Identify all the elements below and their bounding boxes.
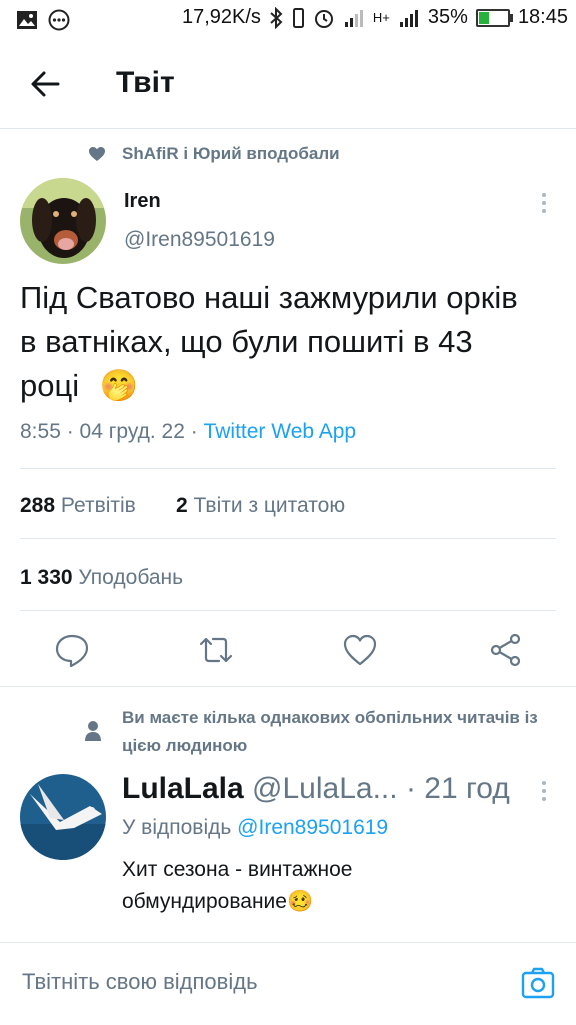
- like-icon[interactable]: [342, 632, 378, 668]
- reply-author-name: LulaLala: [122, 772, 244, 805]
- camera-icon[interactable]: [520, 965, 556, 1001]
- network-type: H+: [372, 10, 390, 25]
- alarm-icon: [314, 9, 333, 28]
- signal-icon: [344, 9, 363, 27]
- tweet-body: Під Сватово наші зажмурили орків в ватні…: [20, 280, 518, 403]
- divider: [0, 686, 576, 687]
- reply-author-handle: @LulaLa...: [252, 772, 398, 805]
- page-title: Твіт: [116, 66, 175, 99]
- tweet-source-link[interactable]: Twitter Web App: [204, 420, 357, 443]
- clock: 18:45: [517, 6, 568, 28]
- back-arrow-icon[interactable]: [26, 64, 66, 104]
- kebab-icon[interactable]: [534, 778, 554, 804]
- likes-stat[interactable]: 1 330 Уподобань: [20, 566, 183, 590]
- tweet-meta: 8:55 · 04 груд. 22 · Twitter Web App: [20, 420, 356, 444]
- reply-to-label: У відповідь: [122, 816, 232, 839]
- author-handle[interactable]: @Iren89501619: [124, 228, 275, 252]
- author-name[interactable]: Iren: [124, 190, 161, 213]
- mutual-followers-note: Ви маєте кілька однакових обопільних чит…: [122, 708, 538, 755]
- status-left-icons: [16, 9, 70, 31]
- reply-to-mention[interactable]: @Iren89501619: [237, 816, 388, 839]
- retweets-label: Ретвітів: [60, 494, 136, 517]
- tweet-timestamp: 8:55 · 04 груд. 22 ·: [20, 420, 204, 443]
- liked-by-text: ShAfiR і Юрий вподобали: [122, 144, 340, 163]
- kebab-icon[interactable]: [534, 190, 554, 216]
- liked-by-row[interactable]: ShAfiR і Юрий вподобали: [88, 144, 340, 164]
- reply-author-line[interactable]: LulaLala @LulaLa... · 21 год: [122, 772, 510, 806]
- divider: [20, 468, 556, 469]
- dog-avatar-image: [20, 178, 106, 264]
- share-icon[interactable]: [488, 632, 524, 668]
- tweet-text: Під Сватово наші зажмурили орків в ватні…: [20, 276, 540, 408]
- bluetooth-icon: [270, 6, 283, 29]
- retweets-count: 288: [20, 494, 56, 517]
- tweet-emoji: 🤭: [99, 368, 139, 403]
- likes-label: Уподобань: [78, 566, 184, 589]
- more-dots-icon: [48, 9, 70, 31]
- quotes-label: Твіти з цитатою: [193, 494, 346, 517]
- likes-count: 1 330: [20, 566, 73, 589]
- reply-compose-input[interactable]: [22, 969, 482, 995]
- quotes-count: 2: [176, 494, 188, 517]
- retweets-stat[interactable]: 288 Ретвітів: [20, 494, 136, 518]
- reply-time: · 21 год: [405, 772, 510, 805]
- person-icon: [85, 721, 101, 741]
- app-header: Твіт: [0, 38, 576, 129]
- status-right: 17,92K/s H+ 35% 18:45: [182, 6, 568, 29]
- reply-to-line: У відповідь @Iren89501619: [122, 816, 388, 840]
- heart-icon: [89, 147, 105, 161]
- divider: [20, 538, 556, 539]
- network-speed: 17,92K/s: [181, 6, 261, 28]
- vibrate-icon: [292, 7, 304, 28]
- quotes-stat[interactable]: 2 Твіти з цитатою: [176, 494, 345, 518]
- seagull-avatar-image: [20, 774, 106, 860]
- image-icon: [17, 11, 37, 29]
- reply-text: Хит сезона - винтажное обмундирование🥴: [122, 858, 353, 913]
- signal-icon: [399, 9, 418, 27]
- reply-icon[interactable]: [54, 632, 90, 668]
- reply-avatar[interactable]: [20, 774, 106, 860]
- divider: [20, 610, 556, 611]
- battery-percent: 35%: [427, 6, 468, 28]
- status-bar: 17,92K/s H+ 35% 18:45: [0, 0, 576, 38]
- battery-icon: [475, 8, 513, 27]
- avatar[interactable]: [20, 178, 106, 264]
- retweet-icon[interactable]: [198, 632, 234, 668]
- compose-bar: [0, 942, 576, 1025]
